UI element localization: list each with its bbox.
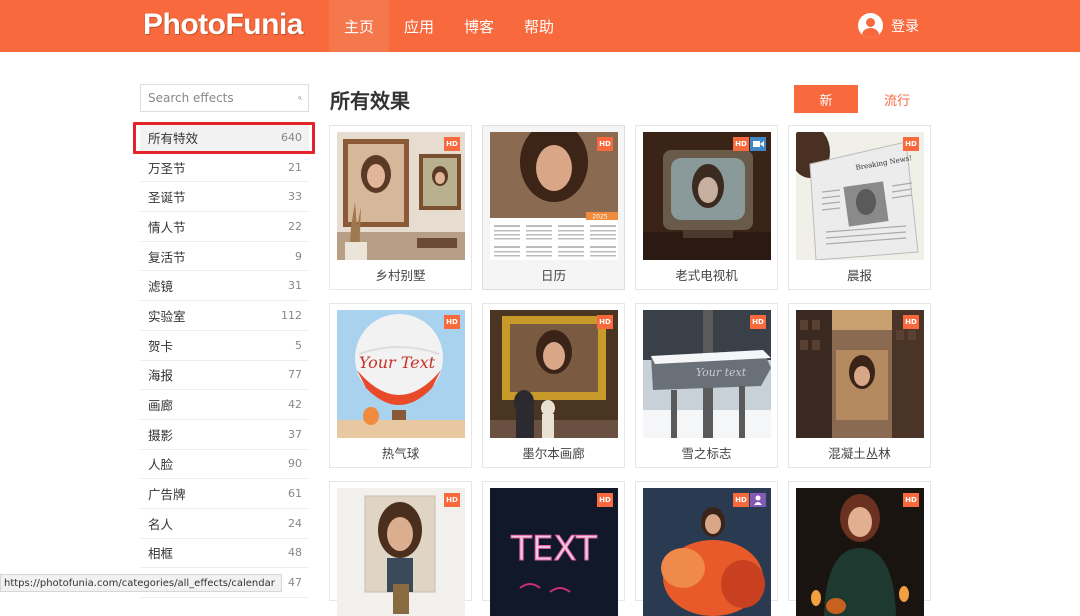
category-item[interactable]: 实验室 112 [140,301,309,331]
effect-card-country-villa[interactable]: HD 乡村别墅 [329,125,472,290]
hd-badge: HD [903,493,919,507]
main-nav: 主页 应用 博客 帮助 [329,0,569,52]
effect-label: 混凝土丛林 [828,446,891,461]
effect-card-calendar[interactable]: 2025 HD 日历 [482,125,625,290]
category-item[interactable]: 名人 24 [140,509,309,539]
effect-card-neon-text[interactable]: TEXT HD [482,481,625,616]
hd-badge: HD [903,315,919,329]
hd-badge: HD [444,315,460,329]
effect-label: 晨报 [846,268,872,283]
effect-thumbnail: TEXT [490,488,618,616]
category-item[interactable]: 人脸 90 [140,450,309,480]
category-item[interactable]: 广告牌 61 [140,479,309,509]
effect-thumbnail [796,310,924,438]
effect-thumbnail: 2025 [490,132,618,260]
effect-card-retro-tv[interactable]: HD 老式电视机 [635,125,778,290]
selection-highlight [133,122,315,154]
page-title: 所有效果 [330,89,410,113]
effect-thumbnail [490,310,618,438]
svg-text:TEXT: TEXT [510,529,597,569]
search-box [140,84,309,112]
hd-badge: HD [903,137,919,151]
hd-badge: HD [597,493,613,507]
category-item[interactable]: 海报 77 [140,361,309,391]
person-icon [754,495,762,505]
login-link[interactable]: 登录 [858,13,919,38]
category-item[interactable]: 相框 48 [140,539,309,569]
effect-thumbnail [337,488,465,616]
category-item[interactable]: 复活节 9 [140,242,309,272]
effect-label: 日历 [540,268,566,283]
hd-badge: HD [733,493,749,507]
photofunia-logo[interactable]: PhotoFunia [143,8,303,42]
search-input[interactable] [141,85,298,111]
effect-label: 雪之标志 [681,446,732,461]
effect-card-snow-sign[interactable]: Your text HD 雪之标志 [635,303,778,468]
nav-home[interactable]: 主页 [329,0,390,52]
video-badge [750,137,766,151]
effect-thumbnail [337,132,465,260]
effect-card-smoke[interactable]: HD [635,481,778,616]
category-item[interactable]: 万圣节 21 [140,153,309,183]
effect-thumbnail: Breaking News! [796,132,924,260]
effect-label: 墨尔本画廊 [522,446,585,461]
effect-label: 热气球 [381,446,420,461]
user-avatar-icon [858,13,883,38]
hd-badge: HD [597,315,613,329]
hd-badge: HD [597,137,613,151]
sort-new-button[interactable]: 新 [794,85,858,113]
effect-card-portrait[interactable]: HD [329,481,472,616]
login-label: 登录 [891,18,919,35]
person-badge [750,493,766,507]
video-camera-icon [752,141,764,147]
effect-card-morning-news[interactable]: Breaking News! HD 晨报 [788,125,931,290]
effect-thumbnail [643,132,771,260]
effect-card-concrete-jungle[interactable]: HD 混凝土丛林 [788,303,931,468]
category-item[interactable]: 滤镜 31 [140,271,309,302]
nav-help[interactable]: 帮助 [509,0,569,52]
hd-badge: HD [444,137,460,151]
nav-blog[interactable]: 博客 [449,0,509,52]
effect-card-hot-air-balloon[interactable]: Your Text HD 热气球 [329,303,472,468]
status-bar-url: https://photofunia.com/categories/all_ef… [0,574,282,592]
svg-text:2025: 2025 [592,214,607,221]
top-header: PhotoFunia 主页 应用 博客 帮助 登录 [0,0,1080,52]
hd-badge: HD [444,493,460,507]
svg-text:Your text: Your text [696,366,747,379]
effect-thumbnail: Your text [643,310,771,438]
svg-text:Your Text: Your Text [359,353,436,372]
nav-apps[interactable]: 应用 [389,0,449,52]
category-item[interactable]: 情人节 22 [140,212,309,242]
hd-badge: HD [733,137,749,151]
category-item[interactable]: 贺卡 5 [140,331,309,361]
sort-popular-button[interactable]: 流行 [870,85,924,113]
effect-thumbnail: Your Text [337,310,465,438]
effect-thumbnail [643,488,771,616]
effect-label: 乡村别墅 [375,268,426,283]
effect-card-melbourne-gallery[interactable]: HD 墨尔本画廊 [482,303,625,468]
category-item[interactable]: 画廊 42 [140,390,309,420]
category-item[interactable]: 摄影 37 [140,420,309,450]
search-icon[interactable] [298,91,302,105]
hd-badge: HD [750,315,766,329]
category-list: 所有特效 640 万圣节 21 圣诞节 33 情人节 22 复活节 9 滤镜 31 实验室 1… [140,123,309,598]
effect-card-candles[interactable]: HD [788,481,931,616]
category-item[interactable]: 圣诞节 33 [140,182,309,213]
effect-thumbnail [796,488,924,616]
effect-label: 老式电视机 [675,268,738,283]
